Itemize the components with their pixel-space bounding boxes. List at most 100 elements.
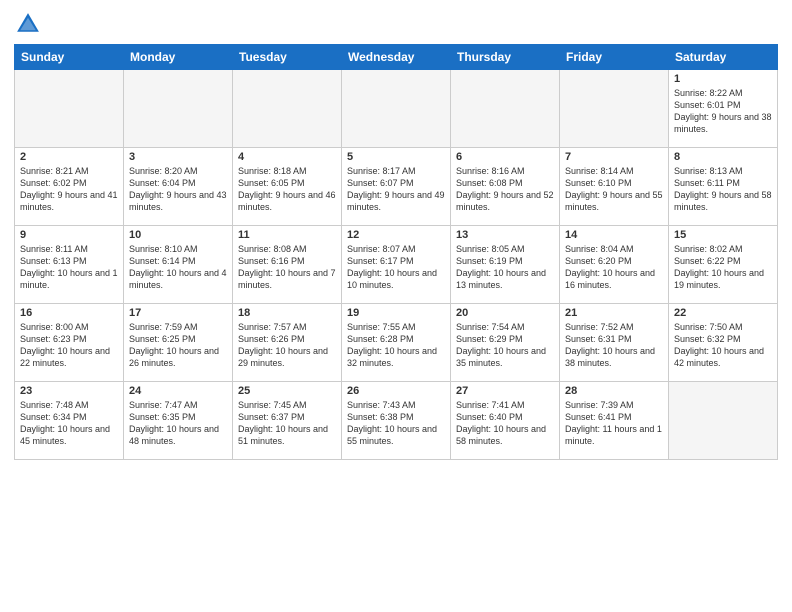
calendar-day: 16 Sunrise: 8:00 AM Sunset: 6:23 PM Dayli… bbox=[15, 304, 124, 382]
day-number: 18 bbox=[238, 307, 336, 319]
day-info: Sunrise: 8:02 AM Sunset: 6:22 PM Dayligh… bbox=[674, 243, 772, 292]
day-info: Sunrise: 7:50 AM Sunset: 6:32 PM Dayligh… bbox=[674, 321, 772, 370]
day-number: 7 bbox=[565, 151, 663, 163]
day-number: 28 bbox=[565, 385, 663, 397]
day-number: 8 bbox=[674, 151, 772, 163]
day-info: Sunrise: 7:57 AM Sunset: 6:26 PM Dayligh… bbox=[238, 321, 336, 370]
calendar-week-3: 16 Sunrise: 8:00 AM Sunset: 6:23 PM Dayli… bbox=[15, 304, 778, 382]
day-number: 1 bbox=[674, 73, 772, 85]
day-number: 4 bbox=[238, 151, 336, 163]
calendar-day: 8 Sunrise: 8:13 AM Sunset: 6:11 PM Daylig… bbox=[669, 148, 778, 226]
calendar-day: 20Sunrise: 7:54 AM Sunset: 6:29 PM Dayli… bbox=[451, 304, 560, 382]
day-number: 3 bbox=[129, 151, 227, 163]
calendar-day: 10 Sunrise: 8:10 AM Sunset: 6:14 PM Dayli… bbox=[124, 226, 233, 304]
col-header-sunday: Sunday bbox=[15, 45, 124, 70]
day-info: Sunrise: 8:21 AM Sunset: 6:02 PM Dayligh… bbox=[20, 165, 118, 214]
day-info: Sunrise: 7:39 AM Sunset: 6:41 PM Dayligh… bbox=[565, 399, 663, 448]
calendar-day bbox=[669, 382, 778, 460]
calendar-day: 15Sunrise: 8:02 AM Sunset: 6:22 PM Dayli… bbox=[669, 226, 778, 304]
day-number: 10 bbox=[129, 229, 227, 241]
day-number: 19 bbox=[347, 307, 445, 319]
col-header-wednesday: Wednesday bbox=[342, 45, 451, 70]
day-info: Sunrise: 8:14 AM Sunset: 6:10 PM Dayligh… bbox=[565, 165, 663, 214]
day-number: 12 bbox=[347, 229, 445, 241]
col-header-thursday: Thursday bbox=[451, 45, 560, 70]
day-info: Sunrise: 7:54 AM Sunset: 6:29 PM Dayligh… bbox=[456, 321, 554, 370]
day-info: Sunrise: 7:52 AM Sunset: 6:31 PM Dayligh… bbox=[565, 321, 663, 370]
calendar-day: 24 Sunrise: 7:47 AM Sunset: 6:35 PM Dayli… bbox=[124, 382, 233, 460]
day-info: Sunrise: 8:04 AM Sunset: 6:20 PM Dayligh… bbox=[565, 243, 663, 292]
day-info: Sunrise: 8:00 AM Sunset: 6:23 PM Dayligh… bbox=[20, 321, 118, 370]
page: SundayMondayTuesdayWednesdayThursdayFrid… bbox=[0, 0, 792, 612]
day-info: Sunrise: 8:08 AM Sunset: 6:16 PM Dayligh… bbox=[238, 243, 336, 292]
day-info: Sunrise: 7:48 AM Sunset: 6:34 PM Dayligh… bbox=[20, 399, 118, 448]
day-info: Sunrise: 8:16 AM Sunset: 6:08 PM Dayligh… bbox=[456, 165, 554, 214]
calendar-week-1: 2 Sunrise: 8:21 AM Sunset: 6:02 PM Daylig… bbox=[15, 148, 778, 226]
day-info: Sunrise: 8:20 AM Sunset: 6:04 PM Dayligh… bbox=[129, 165, 227, 214]
day-info: Sunrise: 8:11 AM Sunset: 6:13 PM Dayligh… bbox=[20, 243, 118, 292]
day-info: Sunrise: 8:18 AM Sunset: 6:05 PM Dayligh… bbox=[238, 165, 336, 214]
col-header-saturday: Saturday bbox=[669, 45, 778, 70]
calendar-day: 22 Sunrise: 7:50 AM Sunset: 6:32 PM Dayli… bbox=[669, 304, 778, 382]
day-number: 2 bbox=[20, 151, 118, 163]
logo bbox=[14, 10, 46, 38]
day-info: Sunrise: 7:47 AM Sunset: 6:35 PM Dayligh… bbox=[129, 399, 227, 448]
day-info: Sunrise: 8:13 AM Sunset: 6:11 PM Dayligh… bbox=[674, 165, 772, 214]
day-number: 6 bbox=[456, 151, 554, 163]
day-number: 23 bbox=[20, 385, 118, 397]
calendar-day: 11 Sunrise: 8:08 AM Sunset: 6:16 PM Dayli… bbox=[233, 226, 342, 304]
col-header-tuesday: Tuesday bbox=[233, 45, 342, 70]
day-info: Sunrise: 7:43 AM Sunset: 6:38 PM Dayligh… bbox=[347, 399, 445, 448]
day-info: Sunrise: 7:55 AM Sunset: 6:28 PM Dayligh… bbox=[347, 321, 445, 370]
calendar-day: 5 Sunrise: 8:17 AM Sunset: 6:07 PM Daylig… bbox=[342, 148, 451, 226]
day-number: 14 bbox=[565, 229, 663, 241]
day-number: 11 bbox=[238, 229, 336, 241]
calendar-day: 1 Sunrise: 8:22 AM Sunset: 6:01 PM Daylig… bbox=[669, 70, 778, 148]
col-header-friday: Friday bbox=[560, 45, 669, 70]
day-info: Sunrise: 8:05 AM Sunset: 6:19 PM Dayligh… bbox=[456, 243, 554, 292]
calendar-day bbox=[15, 70, 124, 148]
calendar-week-0: 1 Sunrise: 8:22 AM Sunset: 6:01 PM Daylig… bbox=[15, 70, 778, 148]
day-info: Sunrise: 8:22 AM Sunset: 6:01 PM Dayligh… bbox=[674, 87, 772, 136]
calendar-day: 25 Sunrise: 7:45 AM Sunset: 6:37 PM Dayli… bbox=[233, 382, 342, 460]
day-number: 16 bbox=[20, 307, 118, 319]
day-info: Sunrise: 7:45 AM Sunset: 6:37 PM Dayligh… bbox=[238, 399, 336, 448]
day-info: Sunrise: 7:59 AM Sunset: 6:25 PM Dayligh… bbox=[129, 321, 227, 370]
day-info: Sunrise: 8:07 AM Sunset: 6:17 PM Dayligh… bbox=[347, 243, 445, 292]
calendar-day: 14 Sunrise: 8:04 AM Sunset: 6:20 PM Dayli… bbox=[560, 226, 669, 304]
day-info: Sunrise: 7:41 AM Sunset: 6:40 PM Dayligh… bbox=[456, 399, 554, 448]
calendar-day: 9 Sunrise: 8:11 AM Sunset: 6:13 PM Daylig… bbox=[15, 226, 124, 304]
day-number: 22 bbox=[674, 307, 772, 319]
calendar-day: 26 Sunrise: 7:43 AM Sunset: 6:38 PM Dayli… bbox=[342, 382, 451, 460]
col-header-monday: Monday bbox=[124, 45, 233, 70]
calendar-day: 17Sunrise: 7:59 AM Sunset: 6:25 PM Dayli… bbox=[124, 304, 233, 382]
logo-icon bbox=[14, 10, 42, 38]
calendar-day: 23 Sunrise: 7:48 AM Sunset: 6:34 PM Dayli… bbox=[15, 382, 124, 460]
calendar-day bbox=[124, 70, 233, 148]
calendar-day: 18 Sunrise: 7:57 AM Sunset: 6:26 PM Dayli… bbox=[233, 304, 342, 382]
calendar-day: 13 Sunrise: 8:05 AM Sunset: 6:19 PM Dayli… bbox=[451, 226, 560, 304]
calendar-day bbox=[451, 70, 560, 148]
calendar-table: SundayMondayTuesdayWednesdayThursdayFrid… bbox=[14, 44, 778, 460]
day-number: 5 bbox=[347, 151, 445, 163]
calendar-day: 21 Sunrise: 7:52 AM Sunset: 6:31 PM Dayli… bbox=[560, 304, 669, 382]
day-info: Sunrise: 8:17 AM Sunset: 6:07 PM Dayligh… bbox=[347, 165, 445, 214]
day-number: 24 bbox=[129, 385, 227, 397]
calendar-day: 6 Sunrise: 8:16 AM Sunset: 6:08 PM Daylig… bbox=[451, 148, 560, 226]
day-number: 13 bbox=[456, 229, 554, 241]
calendar-week-2: 9 Sunrise: 8:11 AM Sunset: 6:13 PM Daylig… bbox=[15, 226, 778, 304]
calendar-day: 4 Sunrise: 8:18 AM Sunset: 6:05 PM Daylig… bbox=[233, 148, 342, 226]
calendar-day bbox=[560, 70, 669, 148]
calendar-day: 28 Sunrise: 7:39 AM Sunset: 6:41 PM Dayli… bbox=[560, 382, 669, 460]
day-number: 9 bbox=[20, 229, 118, 241]
day-number: 26 bbox=[347, 385, 445, 397]
day-number: 21 bbox=[565, 307, 663, 319]
calendar-day: 3 Sunrise: 8:20 AM Sunset: 6:04 PM Daylig… bbox=[124, 148, 233, 226]
calendar-day: 12 Sunrise: 8:07 AM Sunset: 6:17 PM Dayli… bbox=[342, 226, 451, 304]
calendar-day: 2 Sunrise: 8:21 AM Sunset: 6:02 PM Daylig… bbox=[15, 148, 124, 226]
day-info: Sunrise: 8:10 AM Sunset: 6:14 PM Dayligh… bbox=[129, 243, 227, 292]
calendar-day: 27Sunrise: 7:41 AM Sunset: 6:40 PM Dayli… bbox=[451, 382, 560, 460]
day-number: 25 bbox=[238, 385, 336, 397]
calendar-day: 7 Sunrise: 8:14 AM Sunset: 6:10 PM Daylig… bbox=[560, 148, 669, 226]
calendar-day: 19 Sunrise: 7:55 AM Sunset: 6:28 PM Dayli… bbox=[342, 304, 451, 382]
